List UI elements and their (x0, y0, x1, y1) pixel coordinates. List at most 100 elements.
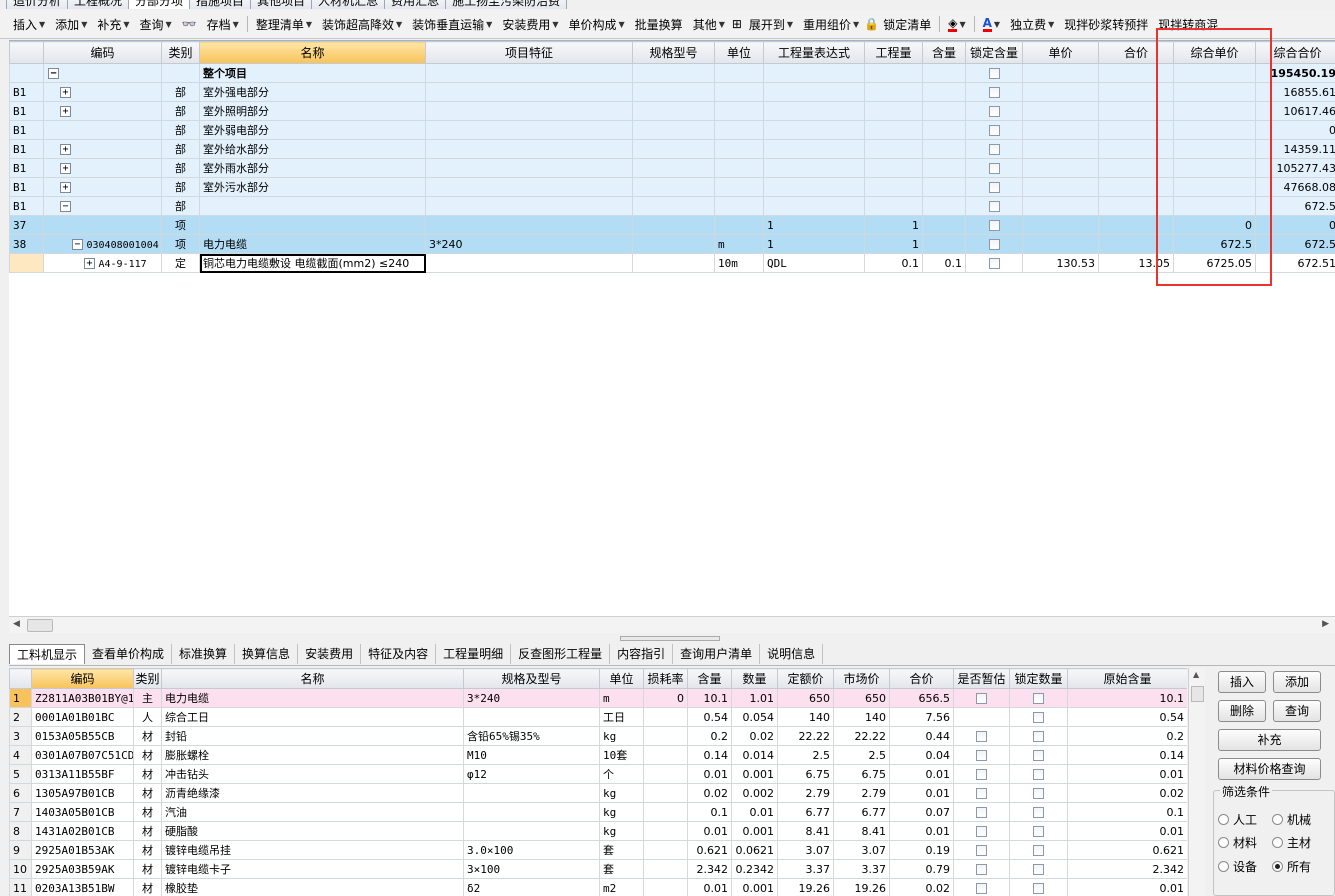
column-header[interactable]: 类别 (161, 41, 200, 64)
resource-row[interactable]: 7 1403A05B01CB 材汽油 kg 0.1 0.01 6.77 6.77 0.07 0.1 (9, 802, 1187, 822)
column-header[interactable]: 单位 (599, 668, 644, 689)
grid-cell-lock[interactable] (965, 158, 1023, 178)
resource-cell-qty[interactable]: 0.01 (731, 802, 778, 822)
resource-cell-loss[interactable] (643, 859, 688, 879)
grid-cell-total[interactable] (1098, 215, 1174, 235)
resource-cell-code[interactable]: 0153A05B55CB (31, 726, 134, 746)
resource-cell-type[interactable]: 材 (133, 745, 162, 765)
resource-cell-orig[interactable]: 0.1 (1067, 802, 1187, 822)
fill-color-icon[interactable]: ◈ ▼ (943, 17, 970, 32)
delete-button[interactable]: 删除 (1218, 700, 1266, 722)
grid-cell-spec[interactable] (632, 196, 715, 216)
grid-cell-feature[interactable] (425, 253, 633, 273)
radio-icon[interactable] (1218, 814, 1229, 825)
resource-cell-unit[interactable]: 工日 (599, 707, 644, 727)
find-icon[interactable]: 👓 (177, 17, 202, 31)
grid-cell-spec[interactable] (632, 63, 715, 83)
grid-row[interactable]: B1 部室外弱电部分 0 (9, 120, 1335, 140)
grid-cell-name[interactable]: 室外照明部分 (199, 101, 426, 121)
resource-cell-spec[interactable]: M10 (463, 745, 600, 765)
grid-cell-utotal[interactable]: 195450.19 (1255, 63, 1335, 83)
grid-cell-code[interactable]: − (43, 196, 162, 216)
grid-cell-qty[interactable] (864, 82, 923, 102)
resource-cell-loss[interactable] (643, 783, 688, 803)
grid-cell-spec[interactable] (632, 101, 715, 121)
filter-radio[interactable]: 设备 (1218, 858, 1257, 875)
grid-cell-price[interactable] (1022, 158, 1099, 178)
grid-cell-name[interactable]: 电力电缆 (199, 234, 426, 254)
column-header[interactable]: 原始含量 (1067, 668, 1187, 689)
grid-cell-qty[interactable]: 1 (864, 234, 923, 254)
grid-cell-code[interactable]: + (43, 139, 162, 159)
grid-cell-price[interactable] (1022, 120, 1099, 140)
resource-cell-content[interactable]: 2.342 (687, 859, 732, 879)
resource-cell-n[interactable]: 1 (9, 688, 32, 708)
resource-cell-total[interactable]: 0.01 (889, 764, 954, 784)
resource-cell-total[interactable]: 0.07 (889, 802, 954, 822)
grid-row[interactable]: B1 + 部室外给水部分 14359.11 (9, 139, 1335, 159)
grid-cell-feature[interactable] (425, 82, 633, 102)
resource-cell-spec[interactable] (463, 707, 600, 727)
resource-cell-lockq[interactable] (1009, 859, 1068, 879)
grid-cell-name[interactable]: 室外弱电部分 (199, 120, 426, 140)
toolbar-item[interactable]: 插入 ▼ (8, 16, 50, 33)
toolbar-item[interactable]: 锁定清单 (878, 16, 936, 33)
grid-cell-code[interactable]: + (43, 101, 162, 121)
lock-checkbox[interactable] (988, 87, 1000, 98)
grid-cell-spec[interactable] (632, 177, 715, 197)
resource-cell-content[interactable]: 0.14 (687, 745, 732, 765)
resource-cell-code[interactable]: 0301A07B07C51CD (31, 745, 134, 765)
grid-cell-price[interactable]: 130.53 (1022, 253, 1099, 273)
grid-cell-uprice[interactable] (1173, 196, 1256, 216)
grid-cell-expr[interactable] (763, 177, 865, 197)
grid-cell-spec[interactable] (632, 120, 715, 140)
grid-cell-uprice[interactable]: 6725.05 (1173, 253, 1256, 273)
resource-cell-n[interactable]: 3 (9, 726, 32, 746)
grid-cell-no[interactable]: 37 (9, 215, 44, 235)
grid-cell-name[interactable]: 室外给水部分 (199, 139, 426, 159)
toolbar-item[interactable]: 装饰超高降效 ▼ (317, 16, 407, 33)
resource-row[interactable]: 2 0001A01B01BC 人综合工日 工日 0.54 0.054 140 140 7.56 0… (9, 707, 1187, 727)
resource-cell-market[interactable]: 8.41 (833, 821, 890, 841)
grid-cell-total[interactable] (1098, 177, 1174, 197)
filter-radio[interactable]: 机械 (1272, 811, 1311, 828)
grid-cell-total[interactable] (1098, 139, 1174, 159)
radio-icon[interactable] (1272, 861, 1283, 872)
expand-icon[interactable]: + (60, 144, 71, 155)
grid-cell-feature[interactable] (425, 63, 633, 83)
resource-cell-unit[interactable]: kg (599, 726, 644, 746)
grid-cell-spec[interactable] (632, 158, 715, 178)
grid-cell-utotal[interactable]: 16855.61 (1255, 82, 1335, 102)
lock-qty-checkbox[interactable] (1033, 864, 1044, 875)
radio-icon[interactable] (1272, 814, 1283, 825)
expand-icon[interactable]: + (60, 106, 71, 117)
resource-cell-spec[interactable]: δ2 (463, 878, 600, 896)
resource-cell-orig[interactable]: 10.1 (1067, 688, 1187, 708)
toolbar-item[interactable]: 装饰垂直运输 ▼ (407, 16, 497, 33)
resource-cell-code[interactable]: 2925A03B59AK (31, 859, 134, 879)
resource-cell-lockq[interactable] (1009, 688, 1068, 708)
resource-cell-market[interactable]: 6.75 (833, 764, 890, 784)
resource-cell-code[interactable]: 1305A97B01CB (31, 783, 134, 803)
grid-cell-uprice[interactable] (1173, 82, 1256, 102)
resource-cell-n[interactable]: 7 (9, 802, 32, 822)
grid-cell-name[interactable]: 室外雨水部分 (199, 158, 426, 178)
vertical-scrollbar[interactable]: ▲ (1188, 668, 1205, 896)
resource-cell-unit[interactable]: kg (599, 802, 644, 822)
grid-cell-uprice[interactable]: 672.5 (1173, 234, 1256, 254)
resource-cell-lockq[interactable] (1009, 821, 1068, 841)
resource-row[interactable]: 5 0313A11B55BF 材冲击钻头 φ12 个 0.01 0.001 6.75 6.75 0… (9, 764, 1187, 784)
grid-cell-unit[interactable] (714, 215, 764, 235)
resource-cell-unit[interactable]: kg (599, 783, 644, 803)
resource-cell-n[interactable]: 9 (9, 840, 32, 860)
grid-cell-lock[interactable] (965, 139, 1023, 159)
resource-cell-content[interactable]: 0.01 (687, 821, 732, 841)
column-header[interactable]: 数量 (731, 668, 778, 689)
grid-cell-expr[interactable]: 1 (763, 234, 865, 254)
grid-cell-name[interactable]: 铜芯电力电缆敷设 电缆截面(mm2) ≤240 (199, 253, 426, 273)
column-header[interactable]: 单价 (1022, 41, 1099, 64)
resource-cell-orig[interactable]: 0.01 (1067, 878, 1187, 896)
resource-row[interactable]: 6 1305A97B01CB 材沥青绝缘漆 kg 0.02 0.002 2.79 2.79 0.… (9, 783, 1187, 803)
resource-cell-type[interactable]: 材 (133, 802, 162, 822)
grid-cell-lock[interactable] (965, 253, 1023, 273)
